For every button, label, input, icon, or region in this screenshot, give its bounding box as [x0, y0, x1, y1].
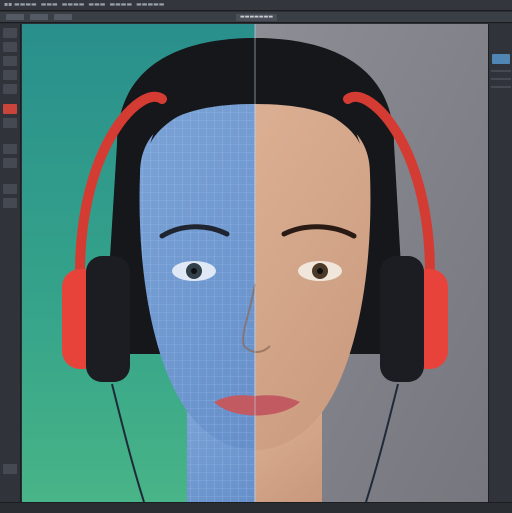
menu-item-image[interactable]: ▬▬▬ [88, 0, 105, 10]
lasso-tool-icon[interactable] [3, 56, 17, 66]
menu-item-app[interactable]: ▪▪ ▬▬▬▬ [4, 0, 37, 10]
document-canvas[interactable] [22, 24, 488, 502]
menu-item-edit[interactable]: ▬▬▬▬ [62, 0, 85, 10]
color-swatch-icon[interactable] [3, 464, 17, 474]
document-tab[interactable]: ▬▬▬▬▬▬▬ [236, 14, 278, 21]
ear-cup-left-inner [86, 256, 130, 382]
menu-item-file[interactable]: ▬▬▬ [41, 0, 58, 10]
panel-divider [491, 78, 511, 80]
eraser-tool-icon[interactable] [3, 118, 17, 128]
status-bar [0, 502, 512, 513]
ear-cup-right-inner [380, 256, 424, 382]
option-control[interactable] [30, 14, 48, 20]
tool-bar [0, 24, 21, 502]
crop-tool-icon[interactable] [3, 70, 17, 80]
pen-tool-icon[interactable] [3, 158, 17, 168]
portrait-image [22, 24, 488, 502]
panels-sidebar [488, 24, 512, 502]
panel-divider [491, 70, 511, 72]
pupil-right [317, 268, 323, 274]
hand-tool-icon[interactable] [3, 184, 17, 194]
layers-panel-icon[interactable] [492, 54, 510, 64]
option-control[interactable] [6, 14, 24, 20]
brush-tool-icon[interactable] [3, 104, 17, 114]
menu-item-layer[interactable]: ▬▬▬▬ [109, 0, 132, 10]
move-tool-icon[interactable] [3, 28, 17, 38]
menu-item-view[interactable]: ▬▬▬▬▬ [136, 0, 164, 10]
eyedropper-tool-icon[interactable] [3, 84, 17, 94]
pupil-left [191, 268, 197, 274]
zoom-tool-icon[interactable] [3, 198, 17, 208]
menu-bar: ▪▪ ▬▬▬▬ ▬▬▬ ▬▬▬▬ ▬▬▬ ▬▬▬▬ ▬▬▬▬▬ [0, 0, 512, 11]
text-tool-icon[interactable] [3, 144, 17, 154]
selection-tool-icon[interactable] [3, 42, 17, 52]
option-control[interactable] [54, 14, 72, 20]
panel-divider [491, 86, 511, 88]
